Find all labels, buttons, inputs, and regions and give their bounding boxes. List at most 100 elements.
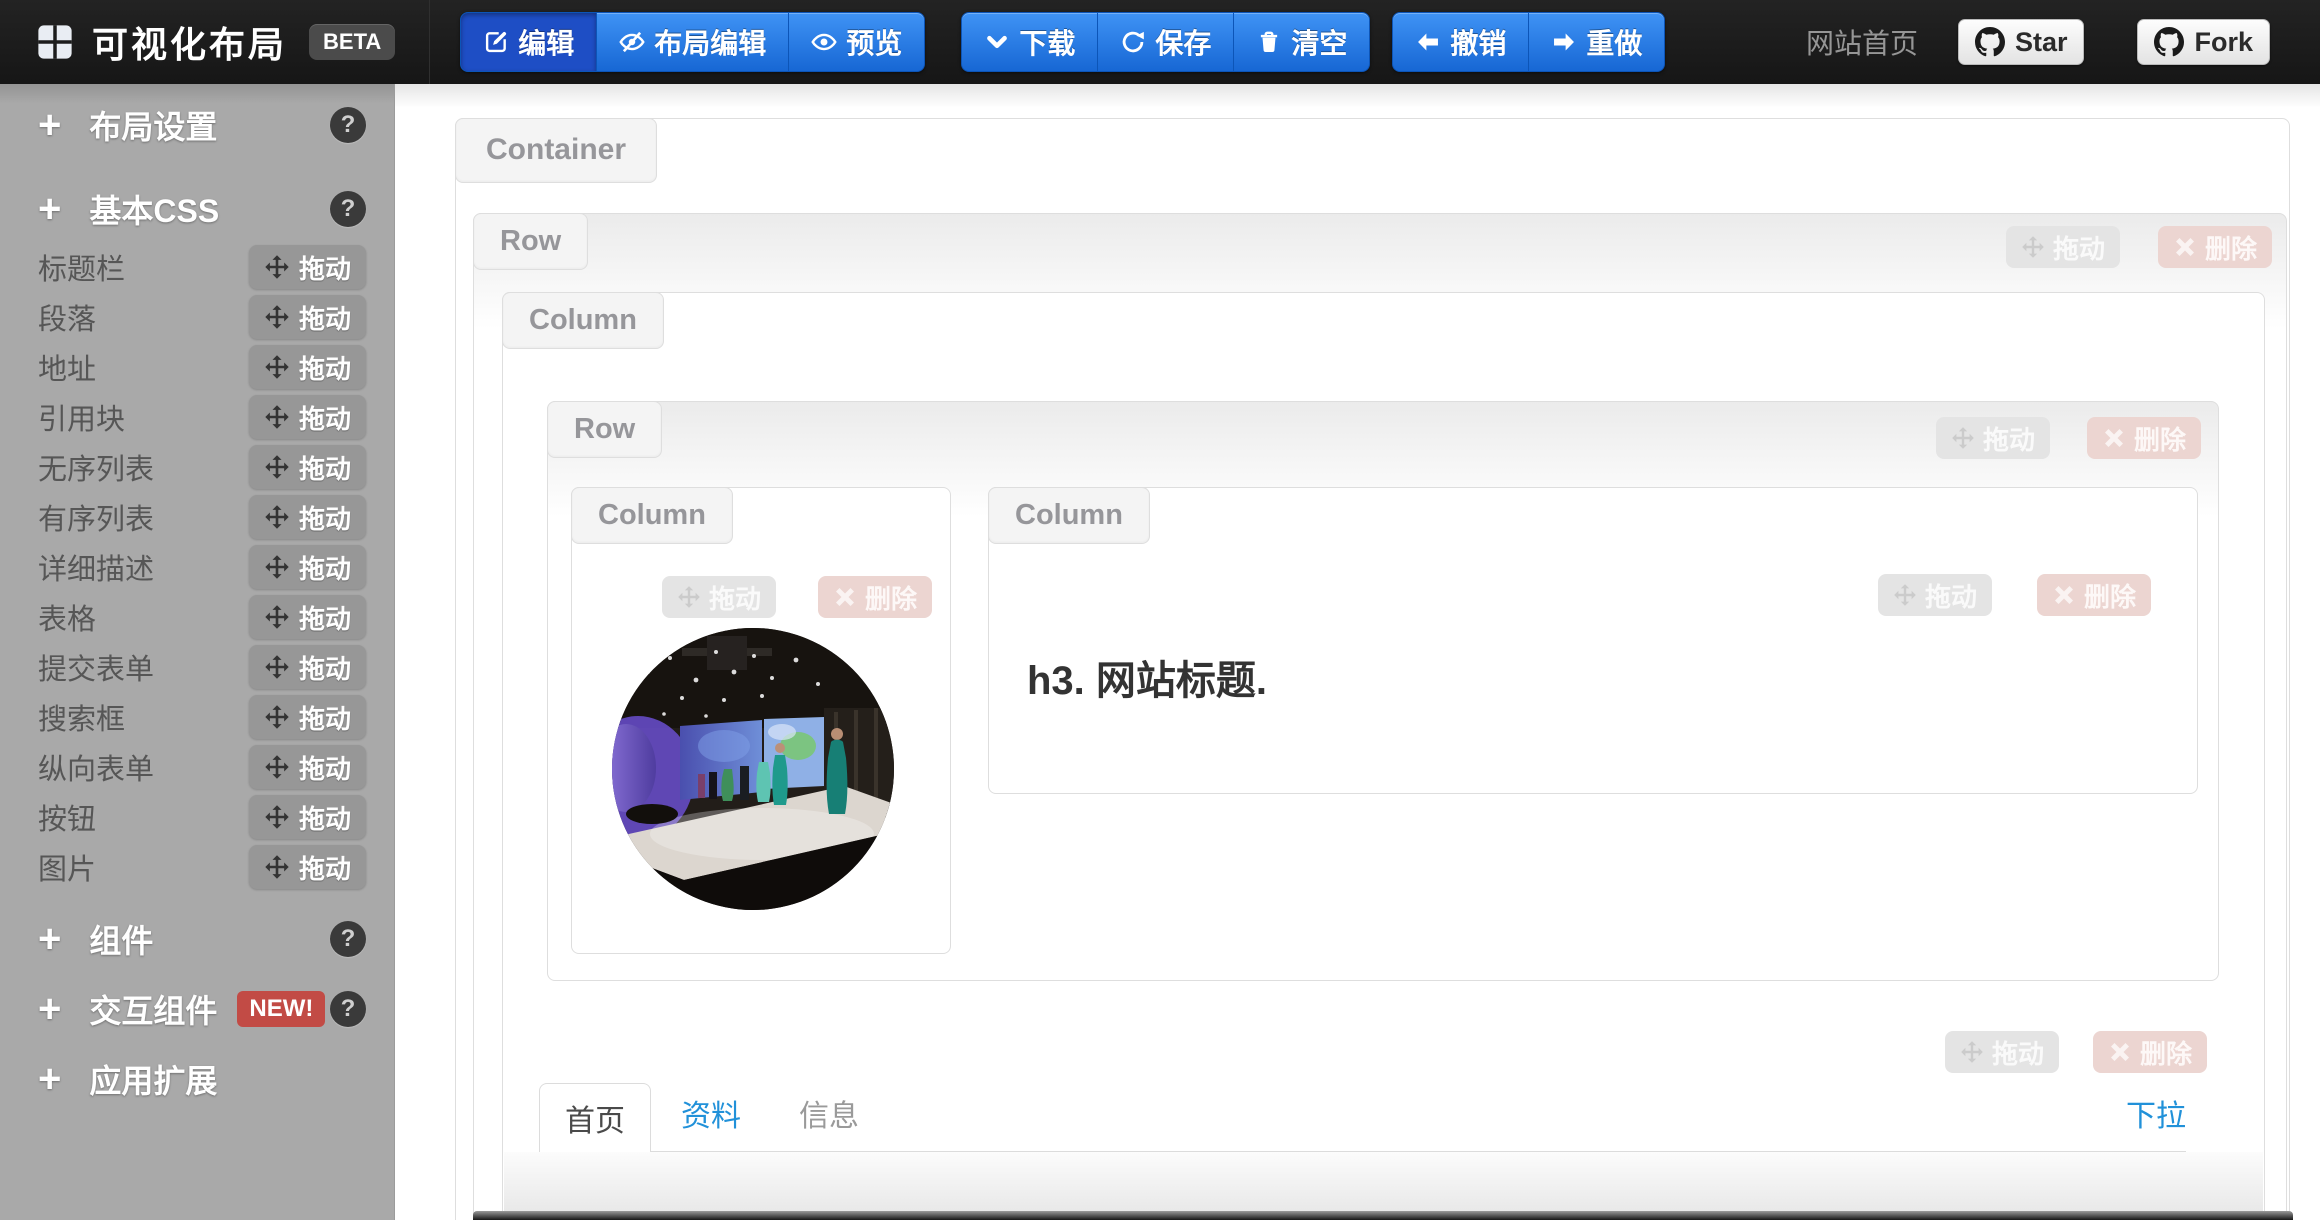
preview-button[interactable]: 预览	[789, 12, 925, 72]
drag-label: 拖动	[299, 849, 351, 886]
drag-label: 拖动	[299, 249, 351, 286]
question-icon[interactable]: ?	[330, 991, 366, 1027]
drag-label: 拖动	[299, 599, 351, 636]
sidebar-section-app-extensions[interactable]: + 应用扩展	[0, 1050, 394, 1108]
drag-label: 拖动	[1992, 1034, 2044, 1071]
save-button[interactable]: 保存	[1098, 12, 1234, 72]
column-label: Column	[1015, 499, 1123, 531]
runway-photo-image	[612, 628, 894, 910]
column-label-tab[interactable]: Column	[988, 487, 1150, 544]
outer-column-box: Column Row 拖动 删除	[502, 292, 2265, 1220]
move-icon	[264, 254, 290, 280]
topbar-divider	[429, 0, 430, 84]
plus-icon: +	[38, 189, 61, 229]
drag-handle-button[interactable]: 拖动	[249, 245, 366, 289]
drag-handle-button[interactable]: 拖动	[249, 745, 366, 789]
drag-handle-button[interactable]: 拖动	[249, 345, 366, 389]
drag-handle-button[interactable]: 拖动	[249, 645, 366, 689]
heading-drag-button[interactable]: 拖动	[1878, 574, 1992, 616]
navbar-top-edge	[473, 1211, 2293, 1220]
image-delete-button[interactable]: 删除	[818, 576, 932, 618]
question-icon[interactable]: ?	[330, 191, 366, 227]
tab-dropdown-link[interactable]: 下拉	[2126, 1091, 2186, 1151]
section-label: 组件	[89, 916, 153, 962]
inner-row-drag-button[interactable]: 拖动	[1936, 417, 2050, 459]
github-star-button[interactable]: Star	[1958, 19, 2085, 65]
clear-button[interactable]: 清空	[1234, 12, 1370, 72]
tab-home-label: 首页	[565, 1096, 625, 1140]
sidebar-section-basic-css[interactable]: + 基本CSS ?	[0, 180, 394, 238]
plus-icon: +	[38, 105, 61, 145]
undo-button[interactable]: 撤销	[1392, 12, 1529, 72]
tabs-widget-delete-button[interactable]: 删除	[2093, 1031, 2207, 1073]
eye-slash-icon	[619, 29, 645, 55]
tabs-widget-drag-button[interactable]: 拖动	[1945, 1031, 2059, 1073]
drag-label: 拖动	[299, 349, 351, 386]
tab-profile[interactable]: 资料	[681, 1091, 741, 1151]
heading-delete-button[interactable]: 删除	[2037, 574, 2151, 616]
delete-label: 删除	[2205, 229, 2257, 266]
github-fork-label: Fork	[2194, 27, 2253, 58]
download-button[interactable]: 下载	[961, 12, 1098, 72]
edit-button-label: 编辑	[518, 22, 574, 62]
question-icon[interactable]: ?	[330, 921, 366, 957]
sidebar-item-description-list: 详细描述 拖动	[0, 542, 394, 592]
drag-handle-button[interactable]: 拖动	[249, 845, 366, 889]
item-label: 无序列表	[38, 446, 249, 488]
arrow-right-icon	[1551, 29, 1577, 55]
drag-handle-button[interactable]: 拖动	[249, 695, 366, 739]
row-drag-button[interactable]: 拖动	[2006, 226, 2120, 268]
drag-handle-button[interactable]: 拖动	[249, 795, 366, 839]
drag-label: 拖动	[1925, 577, 1977, 614]
item-label: 引用块	[38, 396, 249, 438]
x-icon	[2108, 1040, 2132, 1064]
row-delete-button[interactable]: 删除	[2158, 226, 2272, 268]
move-icon	[264, 854, 290, 880]
row-label-tab[interactable]: Row	[547, 401, 662, 458]
site-home-link[interactable]: 网站首页	[1806, 22, 1918, 62]
row-label: Row	[574, 413, 635, 445]
image-column-box: Column 拖动 删除	[571, 487, 951, 954]
item-label: 地址	[38, 346, 249, 388]
drag-handle-button[interactable]: 拖动	[249, 295, 366, 339]
sidebar-item-address: 地址 拖动	[0, 342, 394, 392]
column-label-tab[interactable]: Column	[571, 487, 733, 544]
drag-label: 拖动	[299, 649, 351, 686]
sidebar-section-components[interactable]: + 组件 ?	[0, 910, 394, 968]
drag-handle-button[interactable]: 拖动	[249, 445, 366, 489]
column-label: Column	[529, 304, 637, 336]
inner-row-delete-button[interactable]: 删除	[2087, 417, 2201, 459]
column-label-tab[interactable]: Column	[502, 292, 664, 349]
sidebar-item-unordered-list: 无序列表 拖动	[0, 442, 394, 492]
question-icon[interactable]: ?	[330, 107, 366, 143]
tab-home[interactable]: 首页	[539, 1083, 651, 1152]
drag-label: 拖动	[299, 449, 351, 486]
image-drag-button[interactable]: 拖动	[662, 576, 776, 618]
move-icon	[264, 354, 290, 380]
sidebar-item-button: 按钮 拖动	[0, 792, 394, 842]
drag-handle-button[interactable]: 拖动	[249, 595, 366, 639]
container-label-tab[interactable]: Container	[455, 118, 657, 183]
section-label: 交互组件	[89, 986, 217, 1032]
move-icon	[2021, 235, 2045, 259]
move-icon	[264, 304, 290, 330]
tab-info[interactable]: 信息	[799, 1091, 859, 1151]
redo-button[interactable]: 重做	[1529, 12, 1665, 72]
move-icon	[1951, 426, 1975, 450]
drag-handle-button[interactable]: 拖动	[249, 495, 366, 539]
sidebar-section-layout-settings[interactable]: + 布局设置 ?	[0, 96, 394, 154]
octocat-icon	[1975, 27, 2005, 57]
drag-handle-button[interactable]: 拖动	[249, 545, 366, 589]
layout-edit-button[interactable]: 布局编辑	[597, 12, 789, 72]
github-fork-button[interactable]: Fork	[2137, 19, 2270, 65]
sidebar-item-submit-form: 提交表单 拖动	[0, 642, 394, 692]
edit-button[interactable]: 编辑	[460, 12, 597, 72]
row-label-tab[interactable]: Row	[473, 213, 588, 270]
drag-label: 拖动	[299, 699, 351, 736]
sidebar-item-heading: 标题栏 拖动	[0, 242, 394, 292]
sidebar-section-interactive-components[interactable]: + 交互组件 NEW! ?	[0, 980, 394, 1038]
drag-label: 拖动	[299, 499, 351, 536]
delete-label: 删除	[2134, 420, 2186, 457]
drag-handle-button[interactable]: 拖动	[249, 395, 366, 439]
drag-label: 拖动	[1983, 420, 2035, 457]
